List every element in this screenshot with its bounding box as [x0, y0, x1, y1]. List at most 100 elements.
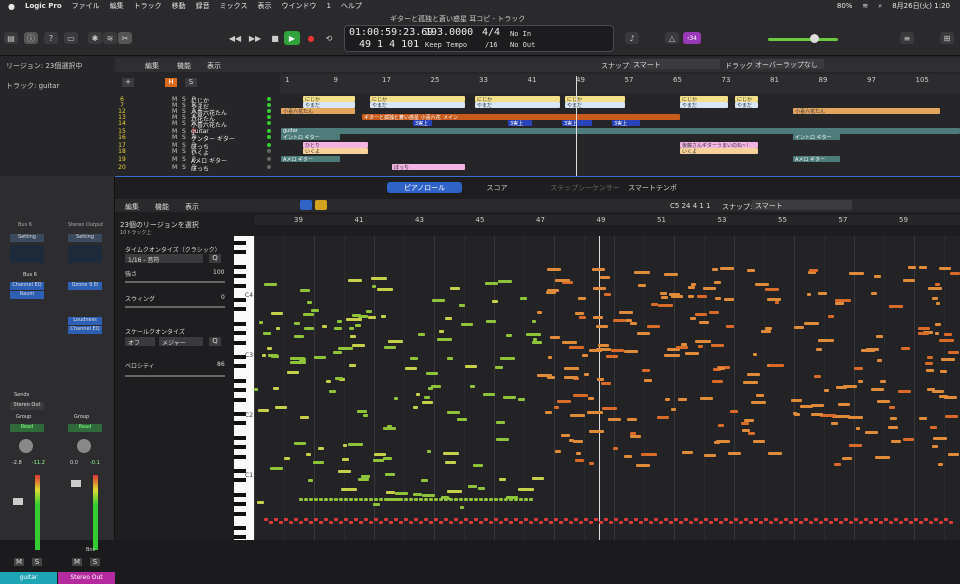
h-button[interactable]: H	[165, 78, 177, 87]
midi-note[interactable]	[917, 332, 929, 335]
midi-note[interactable]	[597, 344, 609, 347]
midi-note[interactable]	[813, 375, 821, 378]
midi-note[interactable]	[699, 521, 703, 524]
midi-note[interactable]	[918, 266, 927, 269]
ch2-automation[interactable]: Read	[68, 424, 102, 432]
midi-note[interactable]	[711, 380, 723, 383]
midi-note[interactable]	[506, 334, 513, 337]
midi-note[interactable]	[350, 335, 356, 338]
midi-note[interactable]	[329, 498, 333, 501]
midi-note[interactable]	[649, 521, 653, 524]
midi-note[interactable]	[614, 518, 618, 521]
midi-note[interactable]	[556, 400, 572, 403]
midi-note[interactable]	[932, 437, 947, 440]
region[interactable]: 3実上	[612, 120, 640, 126]
midi-note[interactable]	[564, 518, 568, 521]
editor-func-menu[interactable]: 機能	[155, 202, 169, 212]
midi-note[interactable]	[279, 521, 283, 524]
midi-note[interactable]	[761, 330, 772, 333]
midi-note[interactable]	[439, 521, 443, 524]
midi-note[interactable]	[599, 276, 610, 279]
midi-note[interactable]	[568, 439, 574, 442]
midi-note[interactable]	[427, 387, 434, 390]
midi-note[interactable]	[879, 380, 886, 383]
midi-note[interactable]	[724, 518, 728, 521]
midi-note[interactable]	[256, 501, 264, 504]
midi-note[interactable]	[311, 309, 320, 312]
midi-note[interactable]	[890, 417, 898, 420]
midi-note[interactable]	[644, 518, 648, 521]
midi-note[interactable]	[589, 521, 593, 524]
midi-note[interactable]	[939, 339, 955, 342]
midi-note[interactable]	[749, 521, 753, 524]
midi-note[interactable]	[945, 415, 958, 418]
midi-note[interactable]	[341, 458, 349, 461]
midi-note[interactable]	[359, 498, 363, 501]
midi-note[interactable]	[769, 364, 784, 367]
midi-note[interactable]	[656, 416, 670, 419]
midi-note[interactable]	[719, 521, 723, 524]
editor-view-menu[interactable]: 表示	[185, 202, 199, 212]
midi-note[interactable]	[384, 346, 396, 349]
midi-note[interactable]	[434, 518, 438, 521]
midi-note[interactable]	[389, 498, 393, 501]
midi-note[interactable]	[373, 503, 381, 506]
midi-note[interactable]	[373, 453, 386, 456]
midi-note[interactable]	[889, 521, 893, 524]
midi-note[interactable]	[637, 284, 646, 287]
midi-note[interactable]	[894, 518, 898, 521]
ch2-setting[interactable]: Setting	[68, 234, 102, 242]
midi-note[interactable]	[689, 317, 696, 320]
midi-note[interactable]	[465, 365, 478, 368]
midi-note[interactable]	[569, 521, 573, 524]
midi-note[interactable]	[547, 356, 553, 359]
midi-note[interactable]	[849, 444, 863, 447]
ch2-bounce[interactable]: Bnc	[86, 547, 95, 553]
midi-note[interactable]	[275, 327, 280, 330]
midi-note[interactable]	[907, 266, 916, 269]
midi-note[interactable]	[500, 357, 516, 360]
midi-note[interactable]	[456, 418, 467, 421]
midi-note[interactable]	[669, 521, 673, 524]
midi-note[interactable]	[377, 288, 393, 291]
midi-note[interactable]	[602, 407, 618, 410]
midi-note[interactable]	[940, 358, 956, 361]
midi-note[interactable]	[514, 518, 518, 521]
midi-note[interactable]	[759, 521, 763, 524]
menu-navigate[interactable]: 移動	[172, 1, 186, 11]
region[interactable]: いくよ	[303, 148, 368, 154]
midi-note[interactable]	[934, 332, 940, 335]
midi-note[interactable]	[389, 521, 393, 524]
midi-note[interactable]	[347, 279, 363, 282]
wifi-icon[interactable]: ≋	[862, 2, 868, 10]
region[interactable]: 小喜六花たん	[281, 108, 355, 114]
midi-note[interactable]	[949, 521, 953, 524]
piano-roll-grid[interactable]	[254, 236, 960, 540]
midi-note[interactable]	[575, 312, 585, 315]
midi-note[interactable]	[674, 518, 678, 521]
midi-note[interactable]	[764, 518, 768, 521]
midi-note[interactable]	[434, 498, 438, 501]
midi-note[interactable]	[454, 498, 458, 501]
black-key[interactable]	[234, 525, 246, 530]
midi-note[interactable]	[714, 441, 720, 444]
black-key[interactable]	[234, 250, 246, 255]
midi-note[interactable]	[794, 518, 798, 521]
midi-note[interactable]	[870, 388, 884, 391]
playhead[interactable]	[576, 76, 577, 176]
ch2-plugin-eq[interactable]: Channel EQ	[68, 326, 102, 334]
black-key[interactable]	[234, 492, 246, 497]
black-key[interactable]	[234, 307, 246, 312]
apple-icon[interactable]: ●	[8, 2, 15, 11]
editors-button[interactable]: ≋	[103, 32, 117, 44]
midi-note[interactable]	[874, 456, 891, 459]
midi-note[interactable]	[374, 518, 378, 521]
midi-note[interactable]	[305, 453, 312, 456]
midi-note[interactable]	[439, 498, 443, 501]
midi-note[interactable]	[444, 518, 448, 521]
midi-note[interactable]	[664, 273, 678, 276]
midi-note[interactable]	[422, 401, 433, 404]
midi-note[interactable]	[554, 406, 560, 409]
midi-note[interactable]	[853, 367, 863, 370]
ch1-plugin-eq[interactable]: Channel EQ	[10, 282, 44, 290]
